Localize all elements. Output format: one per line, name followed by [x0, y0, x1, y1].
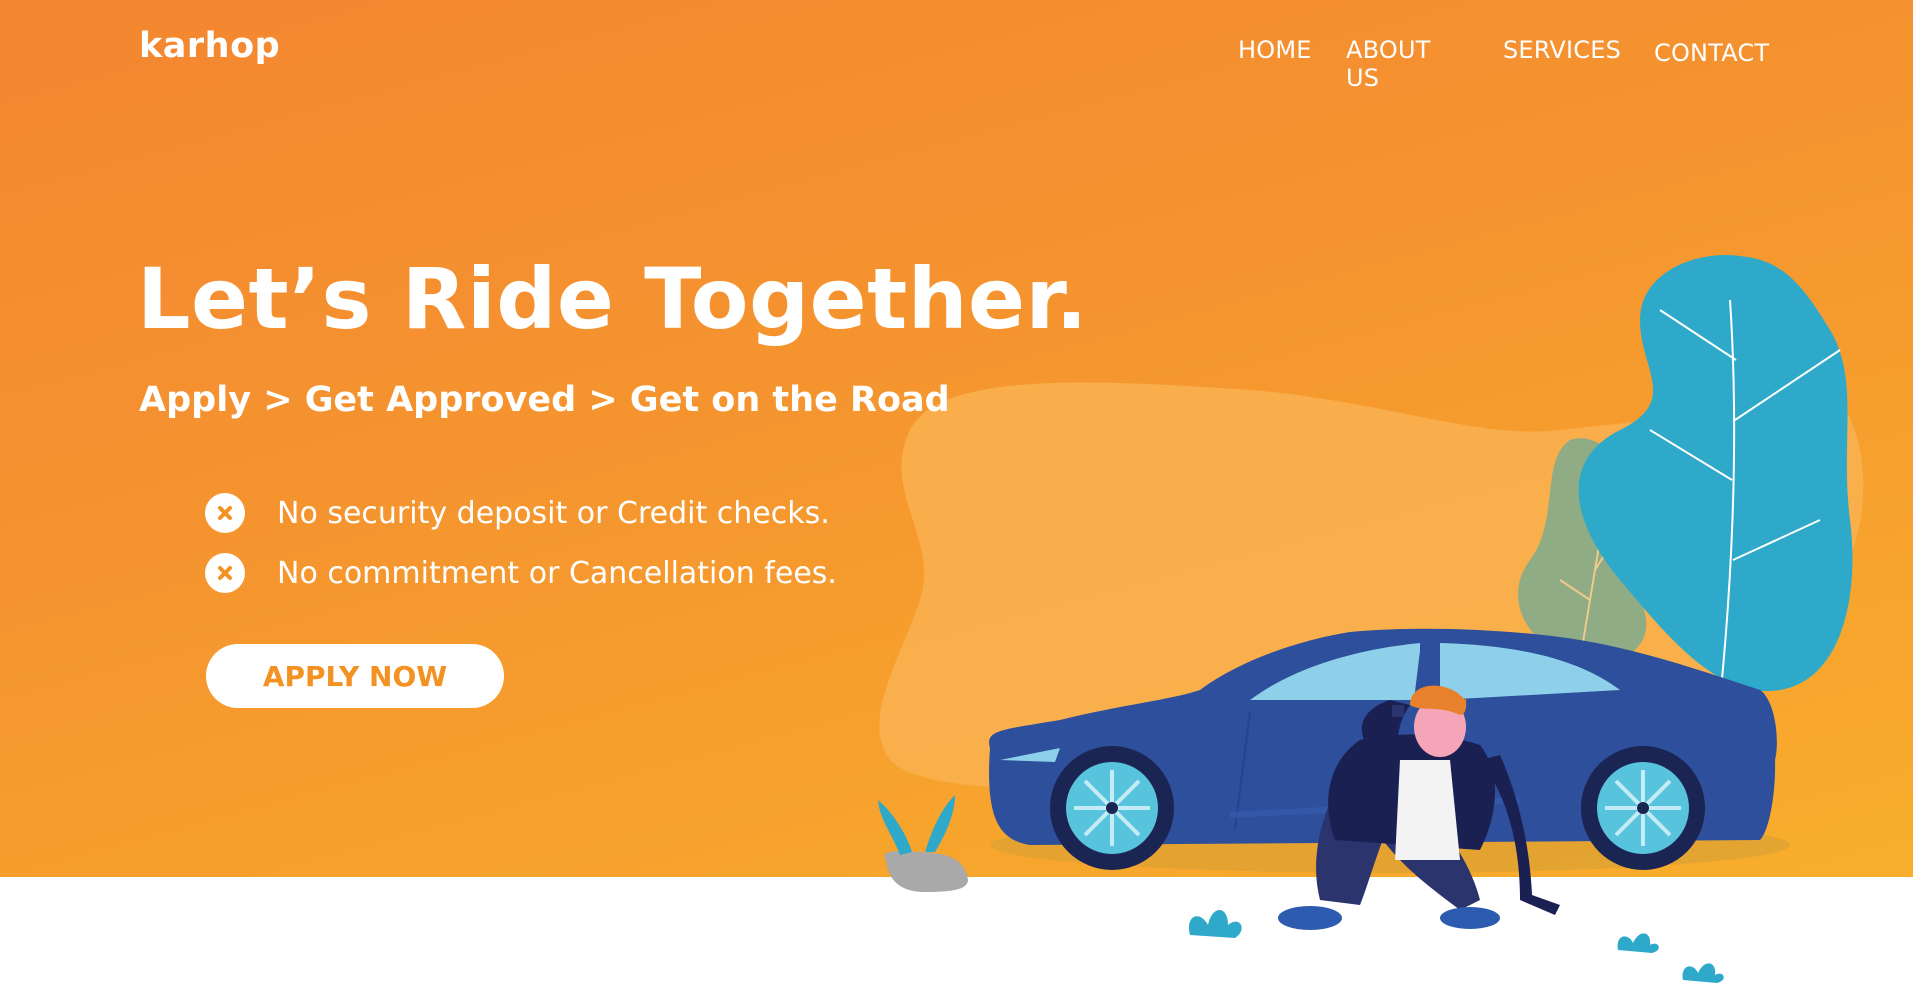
brand-logo[interactable]: karhop — [139, 26, 280, 66]
feature-text: No commitment or Cancellation fees. — [277, 555, 837, 591]
hero-subline: Apply > Get Approved > Get on the Road — [139, 380, 950, 420]
nav-about-us[interactable]: ABOUT US — [1346, 36, 1431, 92]
feature-item: No security deposit or Credit checks. — [205, 483, 837, 543]
apply-now-button[interactable]: APPLY NOW — [206, 644, 504, 708]
nav-home[interactable]: HOME — [1238, 36, 1312, 64]
nav-services[interactable]: SERVICES — [1503, 36, 1621, 64]
ground-area — [0, 877, 1913, 1006]
nav-contact[interactable]: CONTACT — [1654, 39, 1769, 67]
x-circle-icon — [205, 493, 245, 533]
x-circle-icon — [205, 553, 245, 593]
feature-text: No security deposit or Credit checks. — [277, 495, 830, 531]
feature-list: No security deposit or Credit checks. No… — [205, 483, 837, 603]
hero-headline: Let’s Ride Together. — [137, 250, 1088, 348]
hero-section — [0, 0, 1913, 877]
feature-item: No commitment or Cancellation fees. — [205, 543, 837, 603]
